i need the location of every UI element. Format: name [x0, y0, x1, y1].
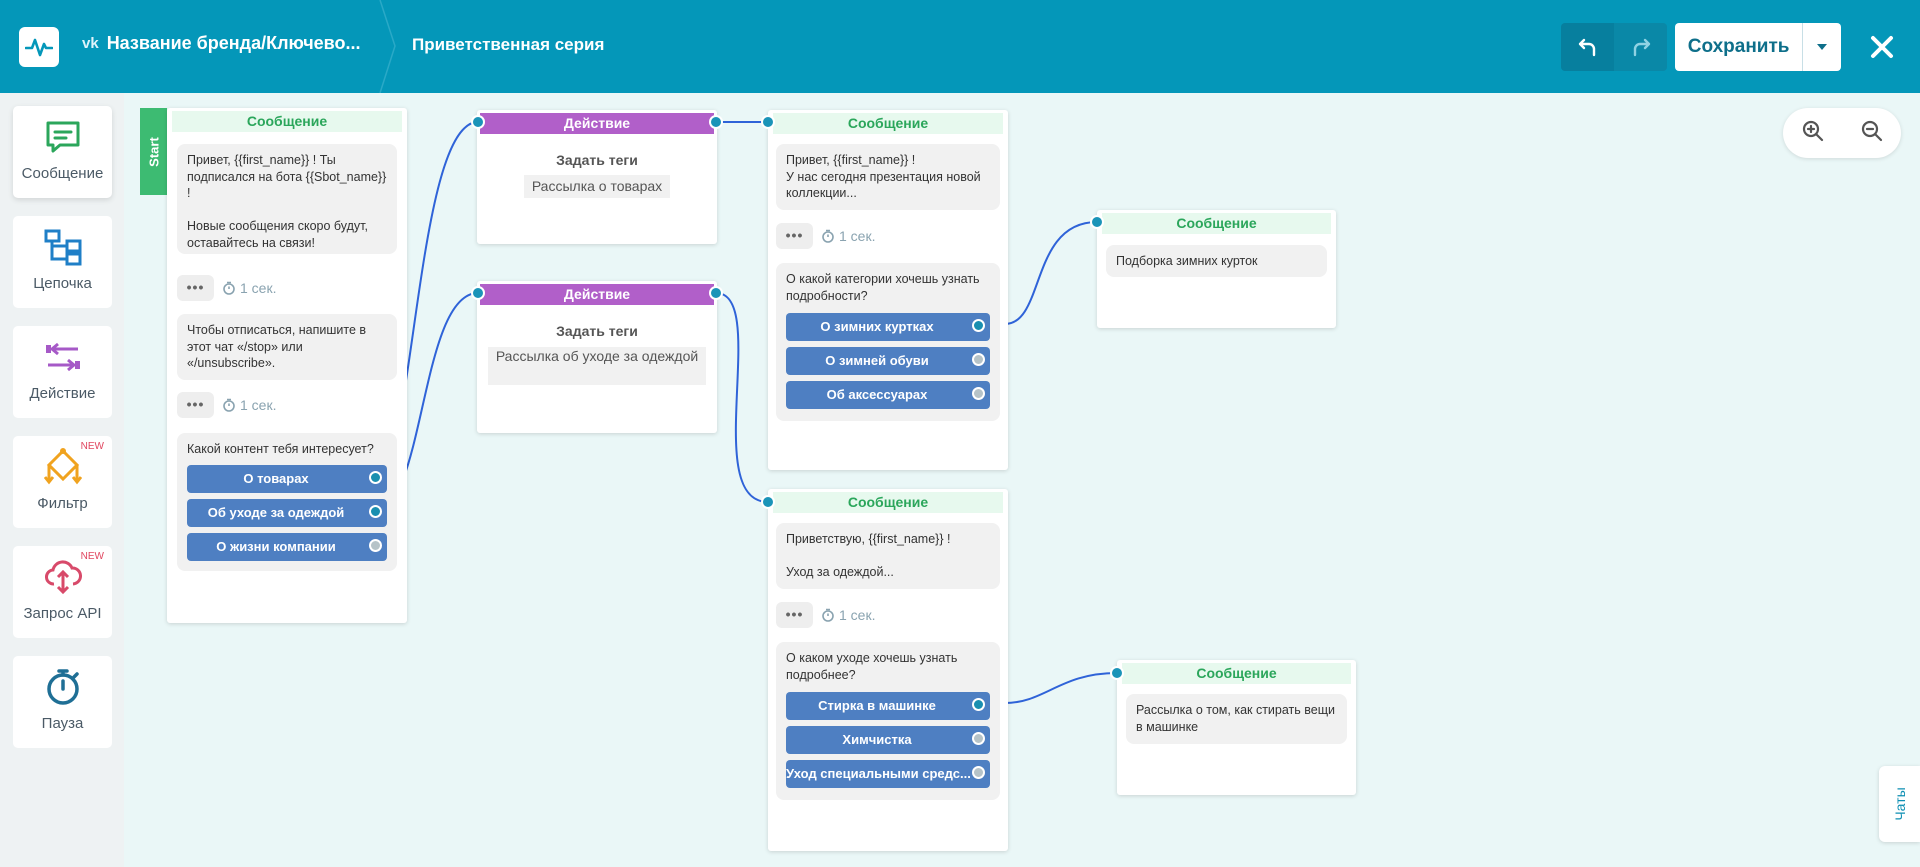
more-dots-icon[interactable]: ••• — [177, 392, 214, 418]
output-port[interactable] — [369, 505, 382, 518]
message-node-welcome[interactable]: Сообщение Привет, {{first_name}} ! Ты по… — [167, 108, 407, 623]
input-port[interactable] — [471, 115, 485, 129]
tag-chip[interactable]: Рассылка о товарах — [524, 175, 670, 198]
quick-reply-button[interactable]: О зимней обуви — [786, 347, 990, 375]
output-port[interactable] — [972, 698, 985, 711]
zoom-in-button[interactable] — [1801, 119, 1825, 148]
delay-time: 1 сек. — [821, 228, 875, 244]
timer-icon — [223, 398, 235, 412]
message-bubble[interactable]: Приветствую, {{first_name}} ! Уход за од… — [776, 523, 1000, 589]
quick-reply-button[interactable]: О зимних куртках — [786, 313, 990, 341]
node-header: Сообщение — [1122, 663, 1351, 684]
more-dots-icon[interactable]: ••• — [776, 223, 813, 249]
quick-reply-button[interactable]: Уход специальными средс... — [786, 760, 990, 788]
message-bubble[interactable]: Привет, {{first_name}} ! У нас сегодня п… — [776, 144, 1000, 210]
chats-tab[interactable]: Чаты — [1879, 766, 1920, 842]
message-node-collection[interactable]: Сообщение Привет, {{first_name}} ! У нас… — [768, 110, 1008, 470]
action-title: Задать теги — [556, 323, 638, 339]
node-header: Сообщение — [172, 111, 402, 132]
delay-time: 1 сек. — [222, 280, 276, 296]
tag-chip[interactable]: Рассылка об уходе за одеждой — [488, 347, 706, 385]
question-text: О каком уходе хочешь узнать подробнее? — [786, 651, 958, 682]
more-dots-icon[interactable]: ••• — [776, 602, 813, 628]
timer-icon — [822, 608, 834, 622]
output-port[interactable] — [709, 115, 723, 129]
zoom-out-icon — [1861, 120, 1882, 141]
action-node-care[interactable]: Действие Задать теги Рассылка об уходе з… — [477, 281, 717, 433]
input-port[interactable] — [471, 286, 485, 300]
quick-reply-button[interactable]: О жизни компании — [187, 533, 387, 561]
delay-time: 1 сек. — [222, 397, 276, 413]
wire-jackets-to-node3 — [1004, 221, 1098, 325]
delay-row[interactable]: ••• 1 сек. — [177, 275, 276, 301]
message-bubble[interactable]: Привет, {{first_name}} ! Ты подписался н… — [177, 144, 397, 254]
quick-reply-button[interactable]: Об уходе за одеждой — [187, 499, 387, 527]
output-port[interactable] — [369, 471, 382, 484]
message-bubble[interactable]: Чтобы отписаться, напишите в этот чат «/… — [177, 314, 397, 380]
wire-washing-to-node5 — [1004, 672, 1118, 704]
action-title: Задать теги — [556, 152, 638, 168]
node-header: Действие — [480, 284, 714, 305]
more-dots-icon[interactable]: ••• — [177, 275, 214, 301]
output-port[interactable] — [972, 766, 985, 779]
output-port[interactable] — [972, 732, 985, 745]
message-node-washing[interactable]: Сообщение Рассылка о том, как стирать ве… — [1117, 660, 1356, 795]
question-block[interactable]: О какой категории хочешь узнать подробно… — [776, 263, 1000, 421]
timer-icon — [822, 229, 834, 243]
input-port[interactable] — [1110, 666, 1124, 680]
zoom-out-button[interactable] — [1860, 119, 1884, 148]
delay-row[interactable]: ••• 1 сек. — [177, 392, 276, 418]
action-node-products[interactable]: Действие Задать теги Рассылка о товарах — [477, 110, 717, 244]
message-bubble[interactable]: Рассылка о том, как стирать вещи в машин… — [1126, 694, 1347, 744]
question-block[interactable]: Какой контент тебя интересует? О товарах… — [177, 433, 397, 571]
input-port[interactable] — [761, 495, 775, 509]
message-node-clothing-care[interactable]: Сообщение Приветствую, {{first_name}} ! … — [768, 489, 1008, 851]
zoom-controls — [1783, 108, 1901, 158]
input-port[interactable] — [1090, 215, 1104, 229]
node-header: Действие — [480, 113, 714, 134]
question-text: Какой контент тебя интересует? — [187, 442, 374, 456]
delay-time: 1 сек. — [821, 607, 875, 623]
wire-action2-to-node4 — [715, 292, 769, 503]
quick-reply-button[interactable]: О товарах — [187, 465, 387, 493]
node-header: Сообщение — [1102, 213, 1331, 234]
zoom-in-icon — [1802, 120, 1823, 141]
output-port[interactable] — [369, 539, 382, 552]
input-port[interactable] — [761, 115, 775, 129]
question-block[interactable]: О каком уходе хочешь узнать подробнее? С… — [776, 642, 1000, 800]
timer-icon — [223, 281, 235, 295]
quick-reply-button[interactable]: Об аксессуарах — [786, 381, 990, 409]
node-header: Сообщение — [773, 113, 1003, 134]
output-port[interactable] — [709, 286, 723, 300]
delay-row[interactable]: ••• 1 сек. — [776, 602, 875, 628]
message-node-jackets[interactable]: Сообщение Подборка зимних курток — [1097, 210, 1336, 328]
quick-reply-button[interactable]: Стирка в машинке — [786, 692, 990, 720]
output-port[interactable] — [972, 353, 985, 366]
start-badge: Start — [140, 108, 167, 195]
question-text: О какой категории хочешь узнать подробно… — [786, 272, 980, 303]
delay-row[interactable]: ••• 1 сек. — [776, 223, 875, 249]
quick-reply-button[interactable]: Химчистка — [786, 726, 990, 754]
output-port[interactable] — [972, 319, 985, 332]
node-header: Сообщение — [773, 492, 1003, 513]
message-bubble[interactable]: Подборка зимних курток — [1106, 245, 1327, 277]
output-port[interactable] — [972, 387, 985, 400]
